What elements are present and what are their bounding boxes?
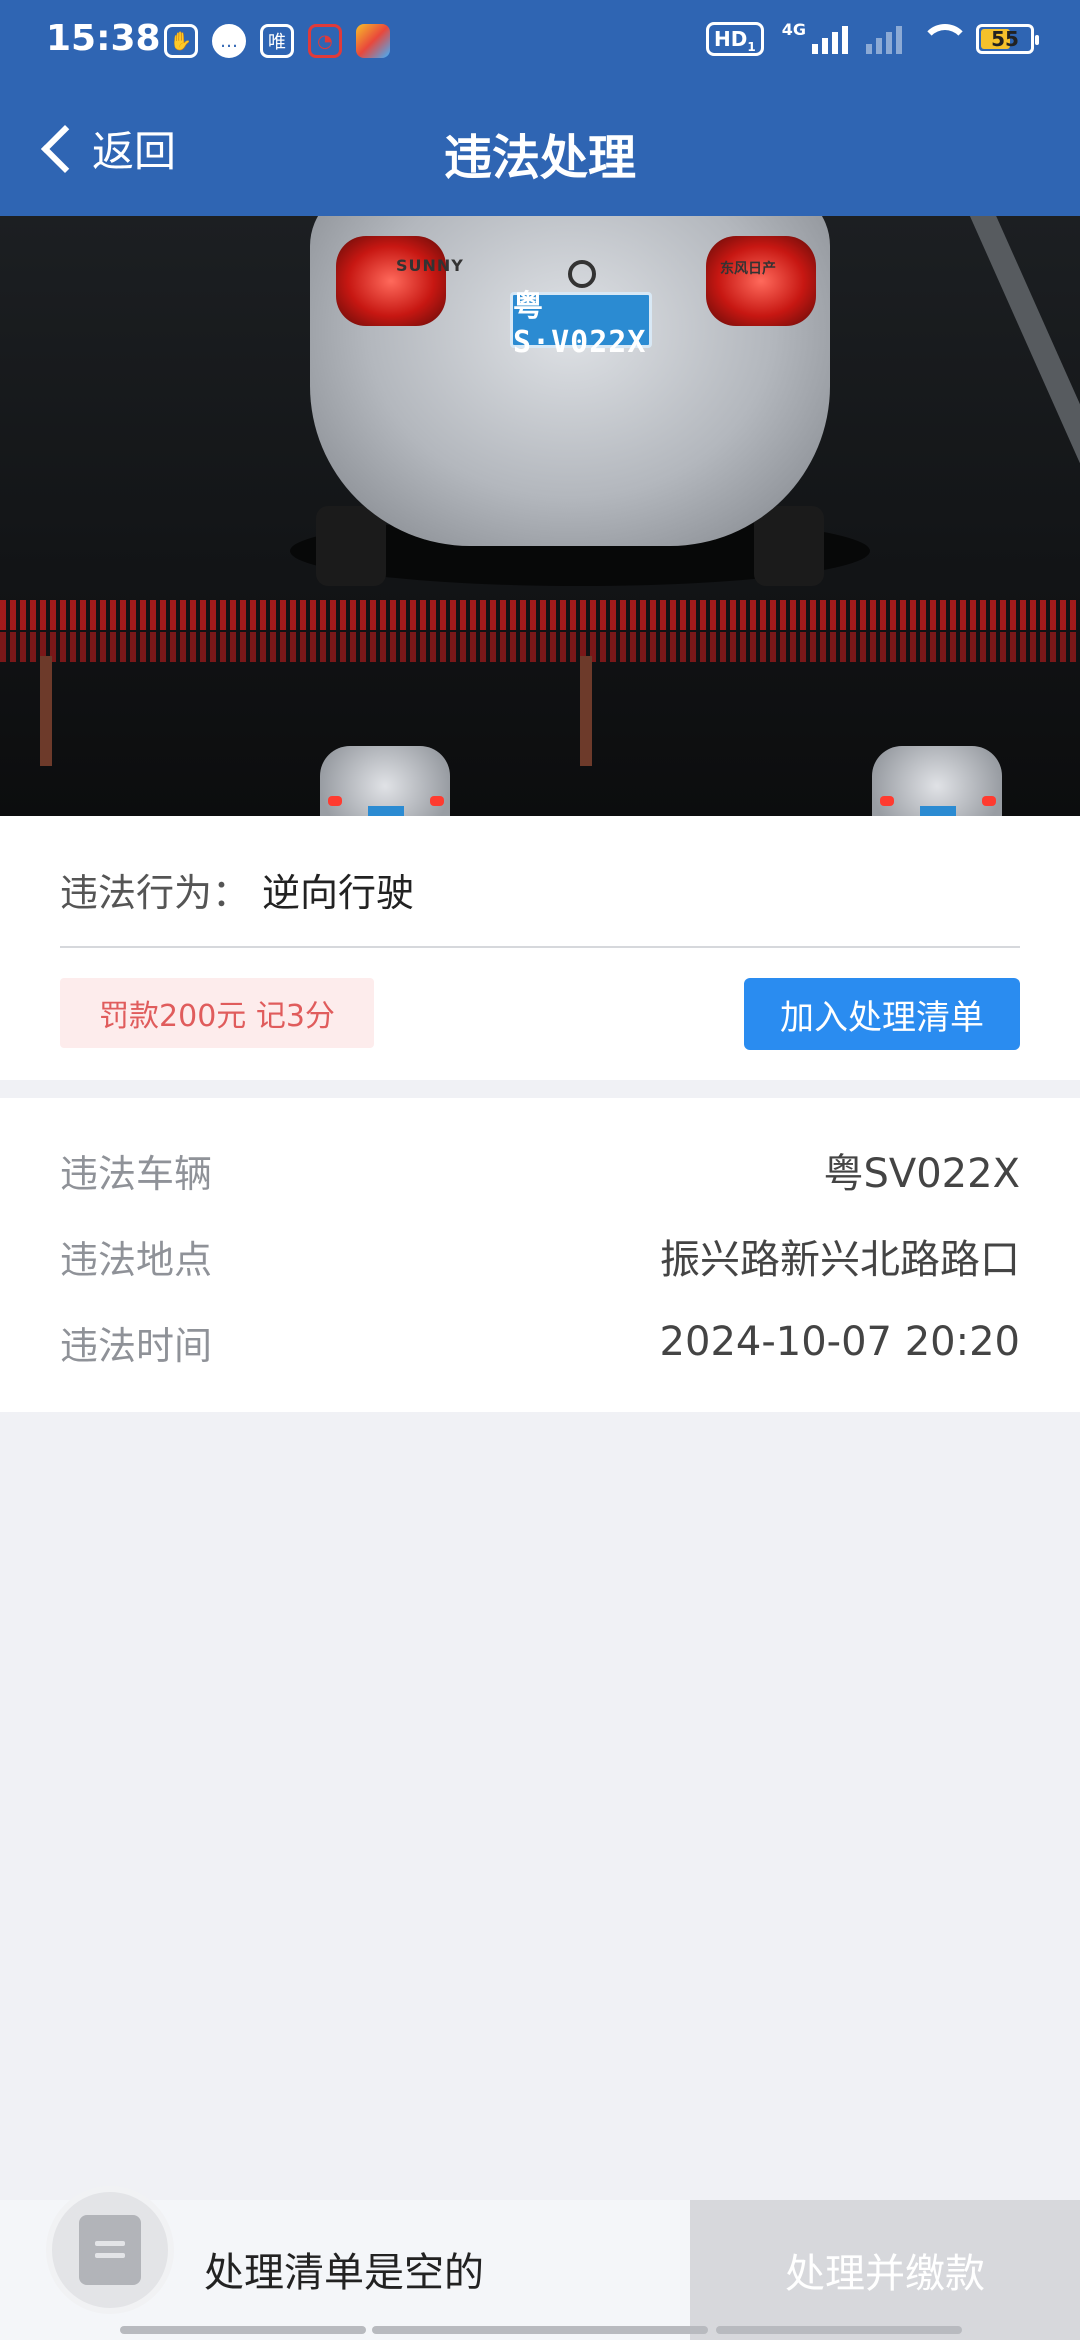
detail-row-time: 违法时间 2024-10-07 20:20 bbox=[60, 1312, 1020, 1372]
behavior-value: 逆向行驶 bbox=[262, 871, 415, 915]
car-brand-badge: 东风日产 bbox=[720, 261, 776, 277]
signal-secondary-icon bbox=[866, 24, 902, 54]
detail-row-vehicle: 违法车辆 粤SV022X bbox=[60, 1140, 1020, 1200]
list-icon bbox=[79, 2215, 141, 2285]
small-plate-right bbox=[920, 806, 956, 816]
battery-icon: 55 bbox=[976, 24, 1039, 54]
camera-overlay-text bbox=[0, 632, 1080, 662]
behavior-label: 违法行为： bbox=[60, 871, 251, 915]
small-taillight bbox=[880, 796, 894, 806]
notification-icons: ✋ … 唯 ◔ bbox=[164, 24, 390, 58]
add-to-list-button[interactable]: 加入处理清单 bbox=[744, 978, 1020, 1050]
hd-icon: HD1 bbox=[706, 22, 764, 56]
small-taillight bbox=[328, 796, 342, 806]
bottom-bar: 处理清单是空的 处理并缴款 bbox=[0, 2186, 1080, 2340]
status-bar: 15:38 ✋ … 唯 ◔ HD1 4G 55 bbox=[0, 0, 1080, 84]
detail-label: 违法车辆 bbox=[60, 1151, 213, 1196]
roadside-pole bbox=[40, 656, 52, 766]
status-time: 15:38 bbox=[46, 18, 161, 59]
penalty-badge: 罚款200元 记3分 bbox=[60, 978, 374, 1048]
gesture-bar bbox=[120, 2326, 366, 2334]
detail-value: 振兴路新兴北路路口 bbox=[660, 1237, 1020, 1283]
car-tire-right bbox=[754, 506, 824, 586]
car-model-badge: SUNNY bbox=[396, 256, 464, 275]
navbar: 返回 违法处理 bbox=[0, 100, 1080, 204]
gesture-bar bbox=[372, 2326, 708, 2334]
violation-behavior-card: 违法行为： 逆向行驶 罚款200元 记3分 加入处理清单 bbox=[0, 816, 1080, 1080]
small-taillight bbox=[430, 796, 444, 806]
message-bubble-icon: … bbox=[212, 24, 246, 58]
small-plate-left bbox=[368, 806, 404, 816]
list-status-text: 处理清单是空的 bbox=[204, 2250, 484, 2296]
processing-list-button[interactable] bbox=[46, 2186, 174, 2314]
process-and-pay-button[interactable]: 处理并缴款 bbox=[690, 2200, 1080, 2340]
detail-label: 违法地点 bbox=[60, 1237, 213, 1282]
app-icon: 唯 bbox=[260, 24, 294, 58]
detail-value: 2024-10-07 20:20 bbox=[659, 1319, 1020, 1365]
system-indicators: HD1 4G 55 bbox=[706, 19, 1039, 56]
small-taillight bbox=[982, 796, 996, 806]
header: 15:38 ✋ … 唯 ◔ HD1 4G 55 返回 违法处理 bbox=[0, 0, 1080, 216]
signal-icon bbox=[812, 24, 848, 54]
violation-photo[interactable]: SUNNY 东风日产 粤S·V022X bbox=[0, 216, 1080, 816]
roadside-pole bbox=[580, 656, 592, 766]
violation-details-card: 违法车辆 粤SV022X 违法地点 振兴路新兴北路路口 违法时间 2024-10… bbox=[0, 1098, 1080, 1412]
road-marking bbox=[960, 216, 1080, 468]
camera-overlay-text bbox=[0, 600, 1080, 630]
gesture-bar bbox=[716, 2326, 962, 2334]
violation-behavior: 违法行为： 逆向行驶 bbox=[60, 862, 414, 917]
network-type: 4G bbox=[781, 19, 806, 39]
page-title: 违法处理 bbox=[443, 130, 636, 186]
detail-label: 违法时间 bbox=[60, 1323, 213, 1368]
colorful-app-icon bbox=[356, 24, 390, 58]
divider bbox=[60, 946, 1020, 948]
speed-icon: ◔ bbox=[308, 24, 342, 58]
detail-row-location: 违法地点 振兴路新兴北路路口 bbox=[60, 1226, 1020, 1286]
battery-level: 55 bbox=[991, 27, 1019, 51]
license-plate: 粤S·V022X bbox=[510, 289, 652, 360]
car-tire-left bbox=[316, 506, 386, 586]
wifi-icon bbox=[920, 24, 970, 54]
taillight-left bbox=[336, 236, 446, 326]
detail-value: 粤SV022X bbox=[823, 1151, 1020, 1197]
hand-icon: ✋ bbox=[164, 24, 198, 58]
taillight-right bbox=[706, 236, 816, 326]
